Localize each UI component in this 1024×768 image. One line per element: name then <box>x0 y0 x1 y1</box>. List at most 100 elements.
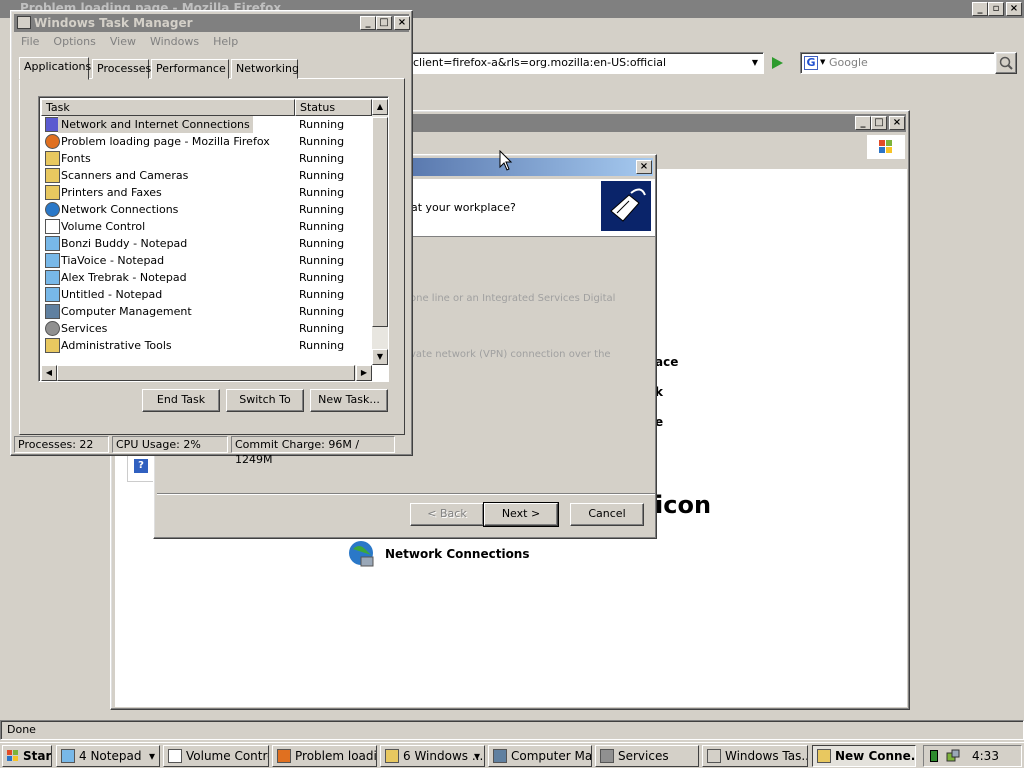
start-button[interactable]: Start <box>2 745 52 767</box>
taskbar-button-label: Volume Control <box>186 749 269 763</box>
firefox-close-button[interactable]: × <box>1006 2 1022 16</box>
task-row[interactable]: Alex Trebrak - Notepad Running <box>41 269 386 286</box>
task-name: Network and Internet Connections <box>58 116 253 133</box>
task-manager-title-bar: Windows Task Manager <box>14 14 409 32</box>
taskbar-task-manager[interactable]: Windows Tas... <box>702 745 808 767</box>
next-button[interactable]: Next > <box>483 502 559 527</box>
taskbar-windows-group[interactable]: 6 Windows ... ▾ <box>380 745 485 767</box>
tab-networking[interactable]: Networking <box>231 59 299 79</box>
cpu-usage: CPU Usage: 2% <box>112 436 228 453</box>
explorer-maximize-button[interactable]: □ <box>871 116 887 130</box>
back-button[interactable]: < Back <box>410 503 484 526</box>
clock[interactable]: 4:33 AM <box>972 746 1021 768</box>
scroll-right-icon[interactable]: ▶ <box>356 365 372 381</box>
task-row[interactable]: Printers and Faxes Running <box>41 184 386 201</box>
taskbar-firefox[interactable]: Problem loadi... <box>272 745 377 767</box>
search-box[interactable]: G ▼ Google <box>800 52 995 74</box>
tab-processes[interactable]: Processes <box>92 59 151 79</box>
menu-view[interactable]: View <box>103 33 143 51</box>
task-row[interactable]: TiaVoice - Notepad Running <box>41 252 386 269</box>
group-dropdown-icon: ▾ <box>148 749 155 763</box>
menu-options[interactable]: Options <box>46 33 102 51</box>
wizard-icon <box>817 749 831 763</box>
task-list[interactable]: Task Status Network and Internet Connect… <box>38 96 389 382</box>
taskbar-computer-management[interactable]: Computer Ma... <box>488 745 592 767</box>
task-row[interactable]: Fonts Running <box>41 150 386 167</box>
task-status: Running <box>299 135 345 148</box>
wizard-close-button[interactable]: × <box>636 160 652 174</box>
tab-performance[interactable]: Performance <box>151 59 229 79</box>
menu-windows[interactable]: Windows <box>143 33 206 51</box>
notepad-icon <box>45 253 60 268</box>
menu-file[interactable]: File <box>14 33 46 51</box>
column-status[interactable]: Status <box>295 99 372 116</box>
go-arrow-icon[interactable] <box>768 54 786 72</box>
column-task[interactable]: Task <box>41 99 295 116</box>
task-manager-icon <box>707 749 721 763</box>
folder-icon <box>385 749 399 763</box>
task-name: Network Connections <box>61 203 179 216</box>
horizontal-scrollbar[interactable]: ◀ ▶ <box>41 365 372 381</box>
taskbar-notepad-group[interactable]: 4 Notepad ▾ <box>56 745 160 767</box>
task-row[interactable]: Computer Management Running <box>41 303 386 320</box>
google-icon[interactable]: G <box>804 56 818 70</box>
explorer-close-button[interactable]: × <box>889 116 905 130</box>
commit-charge: Commit Charge: 96M / 1249M <box>231 436 395 466</box>
folder-icon <box>45 338 60 353</box>
scroll-thumb[interactable] <box>372 117 388 327</box>
end-task-button[interactable]: End Task <box>142 389 220 412</box>
folder-icon <box>45 151 60 166</box>
url-dropdown-icon[interactable]: ▼ <box>748 54 762 72</box>
tab-applications[interactable]: Applications <box>19 57 91 80</box>
mouse-cursor-icon <box>499 150 513 171</box>
tm-maximize-button[interactable]: □ <box>376 16 392 30</box>
tray-app-icon[interactable] <box>930 750 938 762</box>
search-engine-dropdown-icon[interactable]: ▼ <box>820 58 825 66</box>
hscroll-thumb[interactable] <box>57 365 355 381</box>
help-icon: ? <box>134 459 148 473</box>
task-manager-icon <box>17 16 31 29</box>
task-name: Administrative Tools <box>61 339 172 352</box>
tm-minimize-button[interactable]: _ <box>360 16 376 30</box>
wizard-line-1: one line or an Integrated Services Digit… <box>410 293 616 304</box>
task-row[interactable]: Volume Control Running <box>41 218 386 235</box>
scroll-up-icon[interactable]: ▲ <box>372 99 388 115</box>
firefox-restore-button[interactable]: ▫ <box>988 2 1004 16</box>
new-task-button[interactable]: New Task... <box>310 389 388 412</box>
search-input[interactable]: Google <box>829 56 868 69</box>
menu-help[interactable]: Help <box>206 33 245 51</box>
explorer-minimize-button[interactable]: _ <box>855 116 871 130</box>
network-cable-icon <box>601 181 651 231</box>
task-row[interactable]: Problem loading page - Mozilla Firefox Ru… <box>41 133 386 150</box>
task-name: Fonts <box>61 152 91 165</box>
url-bar[interactable]: client=firefox-a&rls=org.mozilla:en-US:o… <box>410 52 764 74</box>
network-tray-icon[interactable] <box>946 749 960 763</box>
scroll-left-icon[interactable]: ◀ <box>41 365 57 381</box>
scroll-down-icon[interactable]: ▼ <box>372 349 388 365</box>
task-row[interactable]: Scanners and Cameras Running <box>41 167 386 184</box>
task-row[interactable]: Untitled - Notepad Running <box>41 286 386 303</box>
cancel-button[interactable]: Cancel <box>570 503 644 526</box>
task-status: Running <box>299 220 345 233</box>
heading-partial: icon <box>655 491 712 519</box>
taskbar-services[interactable]: Services <box>595 745 699 767</box>
firefox-minimize-button[interactable]: _ <box>972 2 988 16</box>
side-text-1: ace <box>655 355 679 369</box>
task-row[interactable]: Bonzi Buddy - Notepad Running <box>41 235 386 252</box>
task-row[interactable]: Network Connections Running <box>41 201 386 218</box>
task-row[interactable]: Administrative Tools Running <box>41 337 386 354</box>
wizard-line-2: vate network (VPN) connection over the <box>410 349 611 360</box>
taskbar-volume-control[interactable]: Volume Control <box>163 745 269 767</box>
task-row[interactable]: Network and Internet Connections Running <box>41 116 386 133</box>
switch-to-button[interactable]: Switch To <box>226 389 304 412</box>
task-status: Running <box>299 271 345 284</box>
taskbar-new-connection[interactable]: New Conne... <box>812 745 916 767</box>
tm-close-button[interactable]: × <box>394 16 410 30</box>
folder-icon <box>45 185 60 200</box>
search-icon[interactable] <box>995 52 1017 74</box>
tm-menu-bar: File Options View Windows Help <box>14 33 245 51</box>
task-row[interactable]: Services Running <box>41 320 386 337</box>
vertical-scrollbar[interactable]: ▲ ▼ <box>372 99 388 365</box>
firefox-status-bar: Done <box>0 720 1024 740</box>
task-status: Running <box>299 322 345 335</box>
